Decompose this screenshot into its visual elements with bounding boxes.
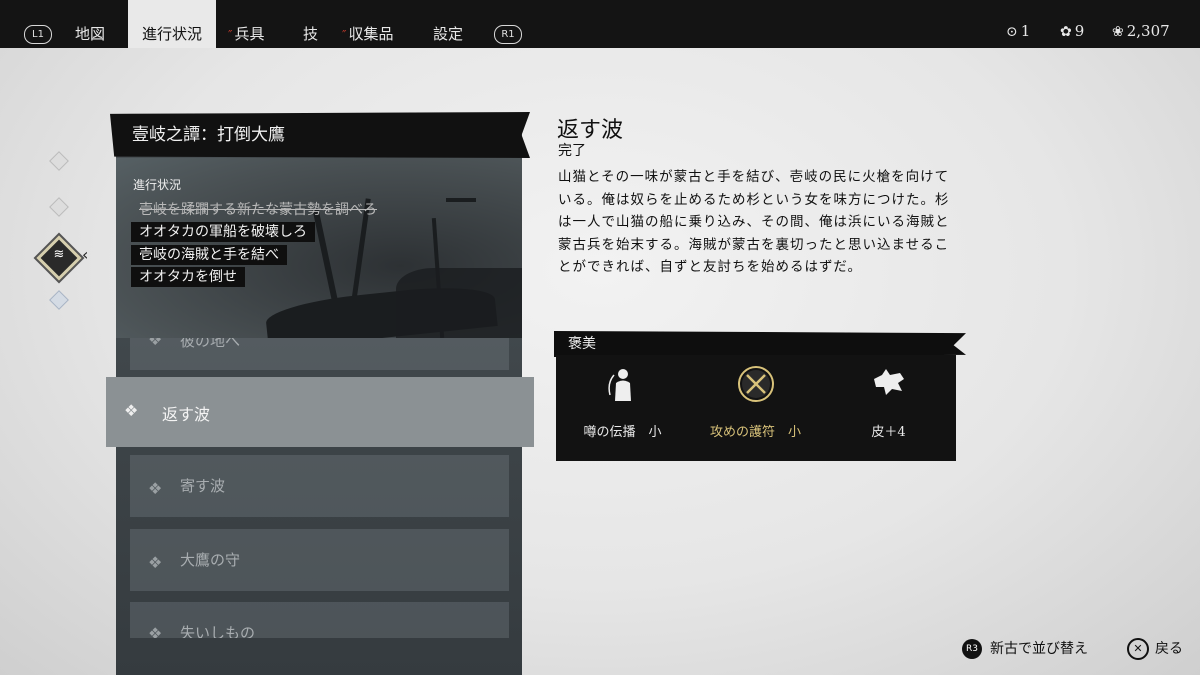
reward-item: 皮＋4	[822, 355, 955, 461]
quest-list-item[interactable]: ❖ 寄す波	[130, 455, 509, 517]
rewards-panel: 噂の伝播 小 攻めの護符 小 皮＋4	[556, 355, 956, 461]
tale-category-icon[interactable]	[49, 151, 69, 171]
tab-settings-label: 設定	[433, 25, 464, 43]
tale-category-icon[interactable]	[49, 290, 69, 310]
r3-button-icon: R3	[962, 639, 982, 659]
quest-list-item-label: 失いしもの	[180, 624, 256, 638]
tab-map[interactable]: 地図	[75, 0, 105, 48]
objective-item: 壱岐の海賊と手を結べ	[131, 245, 287, 265]
tab-progress-label: 進行状況	[141, 25, 202, 43]
tab-collectibles-label: 収集品	[348, 25, 394, 43]
back-hint[interactable]: ✕ 戻る	[1127, 638, 1183, 660]
technique-point-icon: ⊙	[1006, 24, 1018, 40]
tab-progress[interactable]: 進行状況	[128, 0, 216, 48]
reward-label: 噂の伝播 小	[583, 425, 662, 440]
quest-list-item[interactable]: ❖ 彼の地へ	[130, 338, 509, 370]
hide-icon	[874, 369, 904, 395]
back-hint-label: 戻る	[1155, 641, 1183, 657]
quest-diamond-icon: ❖	[148, 479, 163, 498]
tab-gear-label: 兵具	[234, 25, 265, 43]
supplies-icon: ❀	[1112, 24, 1124, 40]
crossed-swords-charm-icon	[738, 366, 774, 402]
tab-settings[interactable]: 設定	[433, 0, 463, 48]
objective-item: オオタカの軍船を破壊しろ	[131, 222, 315, 242]
quest-list-item-label: 彼の地へ	[180, 338, 241, 350]
cross-button-icon: ✕	[1127, 638, 1149, 660]
objective-item: オオタカを倒せ	[131, 267, 245, 287]
technique-points: ⊙ 1	[1006, 22, 1030, 40]
quest-diamond-icon: ❖	[148, 553, 163, 572]
sort-hint[interactable]: R3 新古で並び替え	[962, 638, 1088, 659]
quest-header: 壹岐之譚：打倒大鷹	[110, 112, 530, 158]
quest-list-item[interactable]: ❖ 失いしもの	[130, 602, 509, 638]
flowers-count: ✿ 9	[1060, 22, 1084, 40]
new-marker-icon: ″	[228, 28, 233, 42]
tab-skills-label: 技	[303, 25, 319, 43]
quest-diamond-icon: ❖	[124, 401, 139, 420]
reward-label: 皮＋4	[871, 425, 906, 440]
technique-points-value: 1	[1020, 22, 1031, 40]
legend-spread-icon	[608, 369, 631, 401]
reward-item: 攻めの護符 小	[689, 355, 822, 461]
quest-diamond-icon: ❖	[148, 338, 163, 349]
quest-list-item-label: 大鷹の守	[180, 551, 241, 569]
flower-icon: ✿	[1060, 24, 1072, 40]
tab-collectibles[interactable]: ″ 収集品	[342, 0, 394, 48]
quest-title: 壹岐之譚：打倒大鷹	[132, 125, 285, 145]
rewards-heading: 褒美	[568, 336, 596, 352]
supplies-count: ❀ 2,307	[1112, 22, 1170, 40]
objective-item: 壱岐を蹂躙する新たな蒙古勢を調べろ	[139, 202, 377, 218]
l1-button-icon[interactable]: L1	[24, 25, 52, 44]
progress-heading: 進行状況	[133, 178, 182, 192]
quest-list-item-label: 返す波	[162, 405, 211, 424]
quest-description: 山猫とその一味が蒙古と手を結び、壱岐の民に火槍を向けている。俺は奴らを止めるため…	[558, 169, 950, 275]
new-marker-icon: ″	[342, 28, 347, 42]
quest-list-item-label: 寄す波	[180, 477, 226, 495]
tale-category-icon[interactable]	[49, 197, 69, 217]
flowers-value: 9	[1074, 22, 1085, 40]
quest-list-item-selected[interactable]: ❖ 返す波	[106, 377, 534, 447]
quest-list-item[interactable]: ❖ 大鷹の守	[130, 529, 509, 591]
top-menu-bar: L1 地図 進行状況 ″ 兵具 技 ″ 収集品 設定 R1 ⊙ 1 ✿ 9 ❀ 2,307	[0, 0, 1200, 48]
chevron-left-icon: ‹	[82, 245, 89, 264]
tab-gear[interactable]: ″ 兵具	[228, 0, 265, 48]
quest-status: 完了	[558, 143, 586, 159]
quest-diamond-icon: ❖	[148, 624, 163, 638]
tab-skills[interactable]: 技	[303, 0, 318, 48]
tab-map-label: 地図	[75, 25, 106, 43]
reward-item: 噂の伝播 小	[556, 355, 689, 461]
supplies-value: 2,307	[1126, 22, 1170, 40]
r1-button-icon[interactable]: R1	[494, 25, 522, 44]
rewards-header: 褒美	[554, 331, 966, 357]
sort-hint-label: 新古で並び替え	[990, 641, 1088, 657]
reward-label: 攻めの護符 小	[709, 425, 801, 440]
wave-crest-icon: ≋	[53, 247, 65, 262]
